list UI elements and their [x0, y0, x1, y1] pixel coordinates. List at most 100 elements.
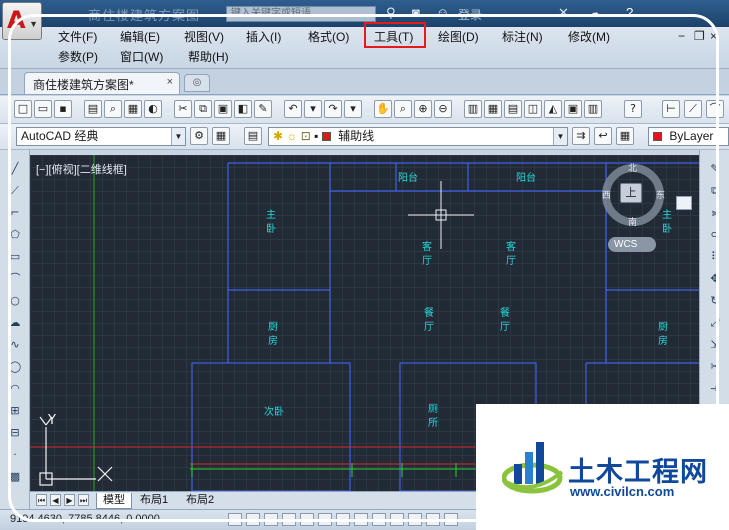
tab-layout1[interactable]: 布局1 — [134, 493, 174, 509]
quick-calc-icon[interactable]: ▥ — [584, 100, 602, 118]
linear-dimension-icon[interactable]: ⊢ — [662, 100, 680, 118]
match-properties-icon[interactable]: ✎ — [254, 100, 272, 118]
cut-icon[interactable]: ✂ — [174, 100, 192, 118]
scale-icon[interactable]: ⤢ — [708, 316, 722, 330]
close-tab-icon[interactable]: × — [167, 76, 173, 88]
arc-icon[interactable]: ⌒ — [8, 272, 22, 286]
restore-icon[interactable]: ❐ — [694, 29, 705, 43]
copy-icon[interactable]: ⧉ — [194, 100, 212, 118]
mirror-icon[interactable]: ⫸ — [708, 206, 722, 220]
array-icon[interactable]: ⠿ — [708, 250, 722, 264]
object-snap-icon[interactable] — [318, 513, 332, 526]
menu-modify[interactable]: 修改(M) — [566, 29, 612, 46]
insert-block-icon[interactable]: ⊞ — [8, 404, 22, 418]
workspace-select[interactable]: AutoCAD 经典 ▼ — [16, 127, 186, 146]
layer-properties-icon[interactable]: ▤ — [244, 127, 262, 145]
markup-icon[interactable]: ◭ — [544, 100, 562, 118]
menu-format[interactable]: 格式(O) — [306, 29, 351, 46]
pan-icon[interactable]: ✋ — [374, 100, 392, 118]
calculator-icon[interactable]: ▣ — [564, 100, 582, 118]
help-icon[interactable]: ? — [624, 100, 642, 118]
menu-window[interactable]: 窗口(W) — [118, 49, 165, 66]
dynamic-ucs-icon[interactable] — [372, 513, 386, 526]
help-icon[interactable]: ? — [626, 5, 633, 20]
lineweight-icon[interactable] — [408, 513, 422, 526]
last-tab-icon[interactable]: ⏭ — [78, 494, 89, 506]
ellipse-icon[interactable]: ◯ — [8, 360, 22, 374]
communication-icon[interactable]: ◙ — [412, 5, 420, 20]
clipboard-icon[interactable]: ◧ — [234, 100, 252, 118]
menu-view[interactable]: 视图(V) — [182, 29, 226, 46]
zoom-previous-icon[interactable]: ⊖ — [434, 100, 452, 118]
polar-tracking-icon[interactable] — [300, 513, 314, 526]
undo-icon[interactable]: ↶ — [284, 100, 302, 118]
layer-select[interactable]: ✱ ☼ ⊡ ▪ 辅助线 ▼ — [268, 127, 568, 146]
prev-tab-icon[interactable]: ◀ — [50, 494, 61, 506]
next-tab-icon[interactable]: ▶ — [64, 494, 75, 506]
cloud-icon[interactable]: ☁ — [588, 5, 601, 21]
spline-icon[interactable]: ∿ — [8, 338, 22, 352]
3d-object-snap-icon[interactable] — [336, 513, 350, 526]
grid-display-icon[interactable] — [264, 513, 278, 526]
paste-icon[interactable]: ▣ — [214, 100, 232, 118]
menu-file[interactable]: 文件(F) — [56, 29, 99, 46]
new-tab-button[interactable]: ◎ — [184, 74, 210, 92]
move-icon[interactable]: ✥ — [708, 272, 722, 286]
object-snap-tracking-icon[interactable] — [354, 513, 368, 526]
login-link[interactable]: 登录 — [458, 6, 482, 23]
extend-icon[interactable]: ⇥ — [708, 382, 722, 396]
workspace-settings-icon[interactable]: ⚙ — [190, 127, 208, 145]
make-current-layer-icon[interactable]: ⇉ — [572, 127, 590, 145]
trim-icon[interactable]: ✂ — [708, 360, 722, 374]
hatch-icon[interactable]: ▩ — [8, 470, 22, 484]
user-icon[interactable]: ☺ — [436, 5, 449, 20]
undo-dropdown-icon[interactable]: ▾ — [304, 100, 322, 118]
sheet-set-icon[interactable]: ◫ — [524, 100, 542, 118]
open-file-icon[interactable]: ▭ — [34, 100, 52, 118]
tool-palettes-icon[interactable]: ▤ — [504, 100, 522, 118]
layer-state-icon[interactable]: ▦ — [616, 127, 634, 145]
viewcube-south[interactable]: 南 — [628, 215, 637, 228]
copy-object-icon[interactable]: ⧉ — [708, 184, 722, 198]
arc-length-icon[interactable]: ⌒ — [706, 100, 724, 118]
layer-previous-icon[interactable]: ↩ — [594, 127, 612, 145]
tab-layout2[interactable]: 布局2 — [180, 493, 220, 509]
design-center-icon[interactable]: ▦ — [484, 100, 502, 118]
menu-draw[interactable]: 绘图(D) — [436, 29, 481, 46]
point-icon[interactable]: · — [8, 448, 22, 462]
construction-line-icon[interactable]: ⟋ — [8, 184, 22, 198]
zoom-realtime-icon[interactable]: ⌕ — [394, 100, 412, 118]
polyline-icon[interactable]: ⌐ — [8, 206, 22, 220]
workspace-switch-icon[interactable]: ▦ — [212, 127, 230, 145]
exchange-icon[interactable]: ✕ — [558, 5, 569, 21]
offset-icon[interactable]: ⊂ — [708, 228, 722, 242]
rotate-icon[interactable]: ↻ — [708, 294, 722, 308]
make-block-icon[interactable]: ⊟ — [8, 426, 22, 440]
viewcube-north[interactable]: 北 — [628, 161, 637, 174]
plot-icon[interactable]: ▦ — [124, 100, 142, 118]
stretch-icon[interactable]: ⇲ — [708, 338, 722, 352]
application-menu-button[interactable]: A ▼ — [2, 2, 42, 40]
infer-constraints-icon[interactable] — [228, 513, 242, 526]
zoom-window-icon[interactable]: ⊕ — [414, 100, 432, 118]
snap-mode-icon[interactable] — [246, 513, 260, 526]
quick-properties-icon[interactable] — [444, 513, 458, 526]
transparency-icon[interactable] — [426, 513, 440, 526]
publish-icon[interactable]: ◐ — [144, 100, 162, 118]
redo-dropdown-icon[interactable]: ▾ — [344, 100, 362, 118]
ortho-mode-icon[interactable] — [282, 513, 296, 526]
close-icon[interactable]: × — [710, 29, 717, 43]
redo-icon[interactable]: ↷ — [324, 100, 342, 118]
tab-document[interactable]: 商住楼建筑方案图* × — [24, 72, 180, 94]
tab-model[interactable]: 模型 — [96, 493, 132, 509]
viewport-controls[interactable]: [−][俯视][二维线框] — [36, 161, 127, 177]
properties-icon[interactable]: ▥ — [464, 100, 482, 118]
save-icon[interactable]: ▪ — [54, 100, 72, 118]
viewcube-east[interactable]: 东 — [656, 188, 665, 201]
color-select[interactable]: ByLayer — [648, 127, 729, 146]
aligned-dimension-icon[interactable]: ⟋ — [684, 100, 702, 118]
vertical-scrollbar[interactable] — [676, 196, 692, 210]
menu-dimension[interactable]: 标注(N) — [500, 29, 545, 46]
new-file-icon[interactable]: □ — [14, 100, 32, 118]
binoculars-icon[interactable]: ⚲ — [386, 5, 396, 21]
